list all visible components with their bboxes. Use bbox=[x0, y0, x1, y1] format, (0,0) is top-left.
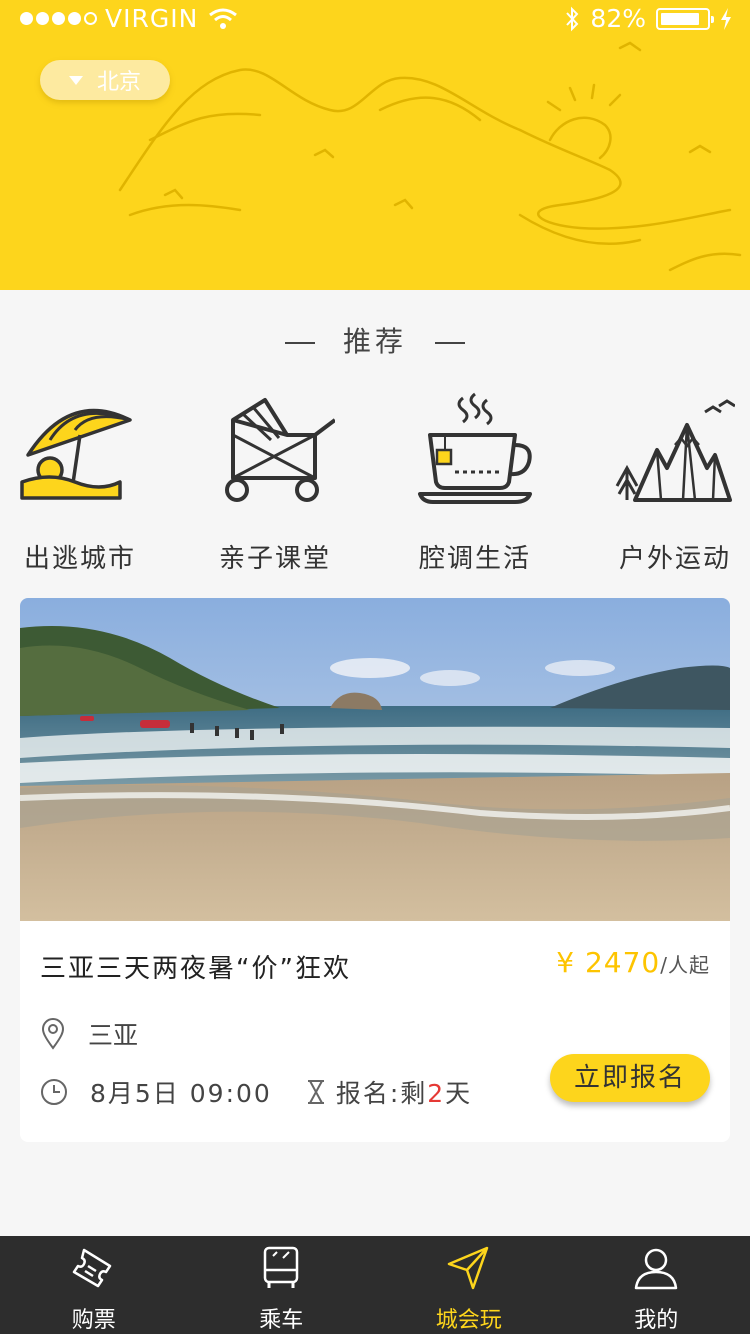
event-title: 三亚三天两夜暑“价”狂欢 bbox=[40, 954, 351, 984]
category-escape-city[interactable]: 出逃城市 bbox=[0, 390, 160, 574]
status-left: VIRGIN bbox=[20, 4, 238, 33]
hourglass-icon bbox=[307, 1080, 324, 1104]
event-location: 三亚 bbox=[88, 1021, 139, 1050]
coffee-cup-icon bbox=[418, 392, 532, 504]
status-right: 82% bbox=[564, 4, 732, 33]
tab-mine[interactable]: 我的 bbox=[563, 1236, 750, 1334]
category-label: 腔调生活 bbox=[418, 544, 531, 574]
bottom-tab-bar: 购票 乘车 城会玩 我的 bbox=[0, 1236, 750, 1334]
section-title-text: 推荐 bbox=[342, 325, 407, 358]
category-parent-child-class[interactable]: 亲子课堂 bbox=[195, 390, 355, 574]
beach-photo-illustration bbox=[20, 598, 730, 921]
user-icon bbox=[635, 1248, 678, 1290]
ticket-icon bbox=[72, 1248, 111, 1288]
clock-icon bbox=[41, 1079, 67, 1105]
event-time-row: 8月5日 09:00 报名:剩2天 bbox=[40, 1074, 472, 1110]
tab-city-fun[interactable]: 城会玩 bbox=[375, 1236, 563, 1334]
tab-label: 城会玩 bbox=[435, 1308, 502, 1333]
dropdown-arrow-icon bbox=[68, 75, 83, 85]
event-location-row: 三亚 bbox=[40, 1016, 138, 1052]
category-outdoor-sports[interactable]: 户外运动 bbox=[595, 390, 750, 574]
category-lifestyle[interactable]: 腔调生活 bbox=[395, 390, 555, 574]
category-grid: 出逃城市 亲子课堂 腔调生活 户外运动 bbox=[0, 390, 750, 580]
price-unit: /人起 bbox=[660, 953, 710, 977]
wifi-icon bbox=[209, 8, 238, 29]
deadline-days: 2 bbox=[427, 1079, 446, 1108]
mountains-icon bbox=[615, 399, 736, 502]
location-pin-icon bbox=[41, 1018, 65, 1050]
battery-percent: 82% bbox=[590, 4, 646, 33]
city-selector-button[interactable]: 北京 bbox=[40, 60, 170, 100]
event-price: ¥ 2470/人起 bbox=[556, 946, 710, 979]
price-currency: ¥ bbox=[556, 946, 576, 979]
carrier-name: VIRGIN bbox=[105, 4, 199, 33]
deadline-prefix: 报名:剩 bbox=[335, 1079, 428, 1108]
stroller-icon bbox=[225, 398, 337, 502]
battery-icon bbox=[656, 7, 714, 30]
category-label: 亲子课堂 bbox=[218, 544, 331, 574]
paper-plane-icon bbox=[447, 1246, 488, 1290]
tab-ride[interactable]: 乘车 bbox=[188, 1236, 376, 1334]
header-banner: 北京 bbox=[0, 40, 750, 290]
tab-label: 购票 bbox=[71, 1308, 116, 1333]
category-label: 户外运动 bbox=[618, 544, 731, 574]
section-title: 推荐 bbox=[0, 320, 750, 360]
signup-deadline: 报名:剩2天 bbox=[306, 1074, 472, 1110]
deadline-suffix: 天 bbox=[445, 1079, 473, 1108]
category-label: 出逃城市 bbox=[23, 544, 136, 574]
bluetooth-icon bbox=[566, 6, 579, 31]
event-card[interactable]: 三亚三天两夜暑“价”狂欢 ¥ 2470/人起 三亚 8月5日 09:00 报名:… bbox=[20, 598, 730, 1142]
charging-icon bbox=[721, 7, 731, 30]
signal-strength-icon bbox=[20, 12, 97, 25]
tab-label: 我的 bbox=[634, 1308, 679, 1333]
event-photo bbox=[20, 598, 730, 921]
signup-button[interactable]: 立即报名 bbox=[550, 1054, 710, 1102]
tab-tickets[interactable]: 购票 bbox=[0, 1236, 188, 1334]
beach-umbrella-icon bbox=[20, 408, 132, 500]
tab-label: 乘车 bbox=[259, 1308, 304, 1333]
event-datetime: 8月5日 09:00 bbox=[90, 1079, 272, 1108]
bus-icon bbox=[264, 1246, 299, 1288]
city-label: 北京 bbox=[96, 70, 141, 95]
price-value: 2470 bbox=[584, 946, 661, 979]
status-bar: VIRGIN 82% bbox=[0, 0, 750, 40]
